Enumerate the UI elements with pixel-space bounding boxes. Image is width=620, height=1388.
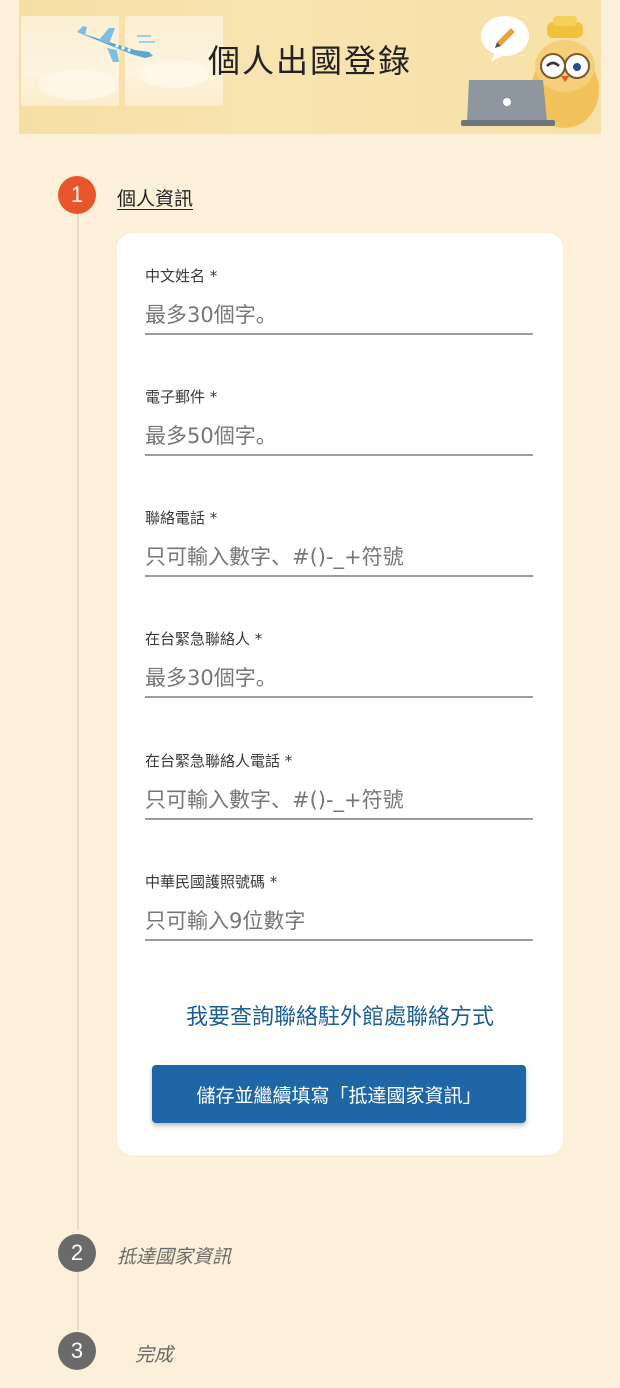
step-2-label: 抵達國家資訊 (117, 1246, 232, 1268)
emergency-contact-input[interactable] (145, 660, 533, 698)
embassy-contact-link[interactable]: 我要查詢聯絡駐外館處聯絡方式 (117, 999, 563, 1031)
owl-mascot-laptop-icon (461, 16, 599, 128)
step-3-label: 完成 (135, 1344, 174, 1366)
step-1-indicator: 1 (58, 176, 96, 214)
emergency-phone-field: 在台緊急聯絡人電話 * (145, 750, 533, 820)
passport-number-input[interactable] (145, 903, 533, 941)
save-and-continue-button[interactable]: 儲存並繼續填寫「抵達國家資訊」 (152, 1065, 526, 1123)
step-number: 3 (70, 1338, 84, 1363)
emergency-phone-input[interactable] (145, 782, 533, 820)
chinese-name-input[interactable] (145, 297, 533, 335)
field-label: 在台緊急聯絡人 * (145, 630, 263, 648)
field-label: 在台緊急聯絡人電話 * (145, 752, 293, 770)
step-2-indicator: 2 (58, 1234, 96, 1272)
stepper-connector (77, 1272, 79, 1330)
stepper-connector (77, 212, 79, 1230)
step-number: 1 (70, 182, 84, 207)
step-1-label[interactable]: 個人資訊 (117, 184, 193, 211)
personal-info-card: 中文姓名 * 電子郵件 * 聯絡電話 * 在台緊急聯絡人 * 在台緊急聯絡人電話… (117, 233, 563, 1155)
field-label: 聯絡電話 * (145, 509, 218, 527)
passport-number-field: 中華民國護照號碼 * (145, 871, 533, 941)
field-label: 電子郵件 * (145, 388, 218, 406)
emergency-contact-field: 在台緊急聯絡人 * (145, 628, 533, 698)
field-label: 中華民國護照號碼 * (145, 873, 278, 891)
chinese-name-field: 中文姓名 * (145, 265, 533, 335)
phone-input[interactable] (145, 539, 533, 577)
field-label: 中文姓名 * (145, 267, 218, 285)
email-field: 電子郵件 * (145, 386, 533, 456)
email-input[interactable] (145, 418, 533, 456)
step-3-indicator: 3 (58, 1332, 96, 1370)
phone-field: 聯絡電話 * (145, 507, 533, 577)
header-banner: 個人出國登錄 (19, 0, 601, 134)
step-number: 2 (70, 1240, 84, 1265)
